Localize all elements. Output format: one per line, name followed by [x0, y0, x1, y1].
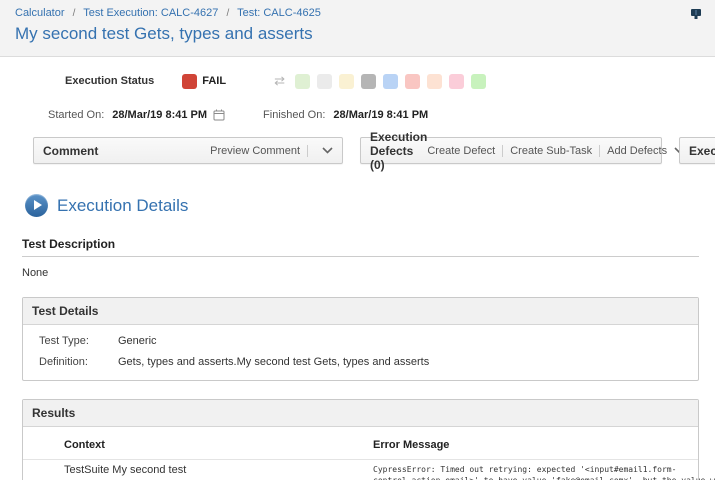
chevron-down-icon[interactable]: [322, 147, 333, 154]
page-header: Calculator / Test Execution: CALC-4627 /…: [0, 0, 715, 57]
context-column-header: Context: [23, 439, 373, 451]
add-defects-button[interactable]: Add Defects: [607, 145, 667, 157]
execution-status-row: Execution Status FAIL ⇄: [65, 73, 715, 89]
execution-details-heading: Execution Details: [57, 196, 188, 216]
status-color-swatch[interactable]: [317, 74, 332, 89]
started-on-value: 28/Mar/19 8:41 PM: [112, 109, 207, 121]
error-message-cell: CypressError: Timed out retrying: expect…: [373, 464, 715, 480]
execution-evidence-title: Execution: [689, 144, 715, 158]
test-details-heading: Test Details: [23, 298, 698, 325]
create-sub-task-button[interactable]: Create Sub-Task: [510, 145, 592, 157]
dates-row: Started On: 28/Mar/19 8:41 PM Finished O…: [48, 109, 715, 121]
finished-on-value: 28/Mar/19 8:41 PM: [333, 109, 428, 121]
test-type-label: Test Type:: [39, 335, 118, 347]
status-color-swatch[interactable]: [471, 74, 486, 89]
results-table-header: Context Error Message: [23, 435, 698, 459]
pin-icon[interactable]: [690, 8, 702, 21]
definition-row: Definition: Gets, types and asserts.My s…: [39, 356, 698, 368]
test-type-value: Generic: [118, 335, 157, 347]
status-color-swatch[interactable]: [449, 74, 464, 89]
divider: [599, 145, 600, 157]
table-row: TestSuite My second test CypressError: T…: [23, 459, 698, 480]
panel-bars-row: Comment Preview Comment Execution Defect…: [33, 137, 715, 164]
divider: [502, 145, 503, 157]
breadcrumb-separator: /: [73, 8, 76, 19]
status-color-swatch[interactable]: [361, 74, 376, 89]
definition-label: Definition:: [39, 356, 118, 368]
started-on-label: Started On:: [48, 109, 104, 121]
play-icon: [25, 194, 48, 217]
breadcrumb-link-test-execution[interactable]: Test Execution: CALC-4627: [83, 7, 218, 19]
status-transition-icon[interactable]: ⇄: [274, 73, 285, 89]
status-color-swatch[interactable]: [295, 74, 310, 89]
execution-evidence-panel-header: Execution: [679, 137, 715, 164]
breadcrumb-link-test[interactable]: Test: CALC-4625: [237, 7, 321, 19]
execution-status-label: Execution Status: [65, 75, 154, 87]
preview-comment-button[interactable]: Preview Comment: [210, 145, 300, 157]
status-palette: [295, 74, 486, 89]
results-heading: Results: [23, 400, 698, 427]
status-color-swatch[interactable]: [339, 74, 354, 89]
calendar-icon[interactable]: [213, 109, 225, 121]
test-details-panel: Test Details Test Type: Generic Definiti…: [22, 297, 699, 381]
error-message-column-header: Error Message: [373, 439, 698, 451]
breadcrumb-link-project[interactable]: Calculator: [15, 7, 65, 19]
test-type-row: Test Type: Generic: [39, 335, 698, 347]
context-cell: TestSuite My second test: [23, 464, 373, 480]
test-description-heading: Test Description: [22, 237, 699, 257]
create-defect-button[interactable]: Create Defect: [427, 145, 495, 157]
divider: [307, 145, 308, 157]
breadcrumb: Calculator / Test Execution: CALC-4627 /…: [15, 7, 700, 19]
execution-defects-panel-header: Execution Defects (0) Create Defect Crea…: [360, 137, 662, 164]
execution-defects-title: Execution Defects (0): [370, 130, 427, 172]
execution-status-value: FAIL: [202, 75, 226, 87]
status-color-swatch[interactable]: [405, 74, 420, 89]
results-table: Context Error Message TestSuite My secon…: [23, 435, 698, 480]
comment-panel-title: Comment: [43, 144, 98, 158]
status-color-swatch[interactable]: [383, 74, 398, 89]
comment-panel-header: Comment Preview Comment: [33, 137, 343, 164]
finished-on-label: Finished On:: [263, 109, 325, 121]
page-title: My second test Gets, types and asserts: [15, 24, 700, 44]
results-panel: Results Context Error Message TestSuite …: [22, 399, 699, 480]
definition-value: Gets, types and asserts.My second test G…: [118, 356, 429, 368]
test-description-value: None: [22, 267, 699, 279]
status-color-swatch[interactable]: [427, 74, 442, 89]
breadcrumb-separator: /: [226, 8, 229, 19]
status-fail-swatch[interactable]: [182, 74, 197, 89]
execution-details-heading-row: Execution Details: [25, 194, 715, 217]
